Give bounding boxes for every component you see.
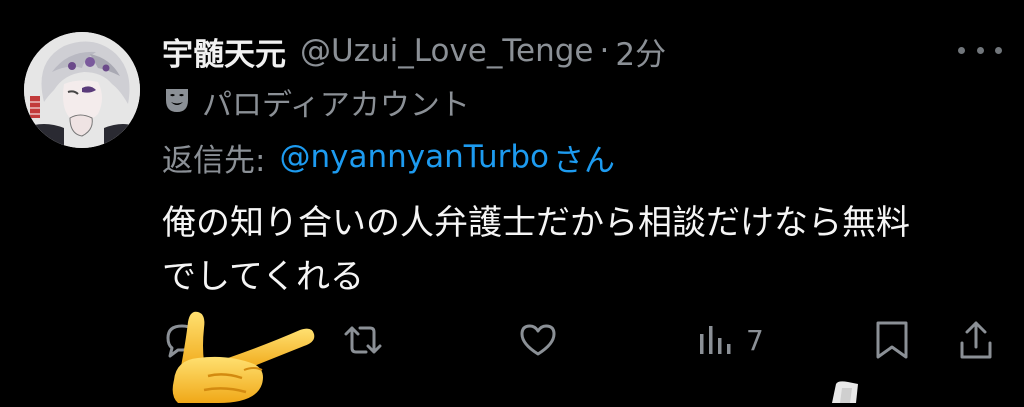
share-icon <box>956 317 996 363</box>
dot <box>976 46 984 54</box>
like-button[interactable] <box>516 312 560 368</box>
tweet-text: 俺の知り合いの人弁護士だから相談だけなら無料 でしてくれる <box>162 196 992 304</box>
reply-prefix: 返信先: <box>162 142 266 179</box>
replying-to: 返信先: @nyannyanTurbo さん <box>162 134 615 180</box>
retweet-button[interactable] <box>340 312 386 368</box>
tweet[interactable]: 宇髄天元 @Uzui_Love_Tenge · 2分 パロディアカウント 返信先… <box>0 0 1024 403</box>
bottom-overlay-fragment <box>822 378 866 403</box>
views-button[interactable]: 7 <box>696 312 764 368</box>
theater-mask-icon <box>162 85 192 119</box>
reply-handle-link[interactable]: @nyannyanTurbo <box>279 139 549 175</box>
bookmark-icon <box>872 317 912 363</box>
dot <box>995 46 1002 54</box>
dot <box>958 46 965 54</box>
tweet-header: 宇髄天元 @Uzui_Love_Tenge · 2分 <box>162 28 666 74</box>
share-button[interactable] <box>956 312 996 368</box>
header-separator: · <box>599 33 610 69</box>
reply-suffix: さん <box>553 142 615 179</box>
views-chart-icon <box>696 318 732 362</box>
tweet-text-line: でしてくれる <box>162 257 364 297</box>
more-options-icon[interactable] <box>958 40 1002 60</box>
bookmark-button[interactable] <box>872 312 912 368</box>
parody-account-label: パロディアカウント <box>162 80 470 124</box>
timestamp[interactable]: 2分 <box>615 29 666 74</box>
tweet-text-line: 俺の知り合いの人弁護士だから相談だけなら無料 <box>162 203 910 243</box>
views-count: 7 <box>746 323 764 357</box>
avatar[interactable] <box>24 32 140 148</box>
retweet-icon <box>340 318 386 362</box>
parody-account-text: パロディアカウント <box>202 88 470 123</box>
pointing-hand-emoji-icon <box>158 300 318 403</box>
display-name[interactable]: 宇髄天元 <box>162 29 286 74</box>
heart-icon <box>516 318 560 362</box>
user-handle[interactable]: @Uzui_Love_Tenge <box>300 33 593 69</box>
action-bar: 7 <box>0 312 1024 372</box>
